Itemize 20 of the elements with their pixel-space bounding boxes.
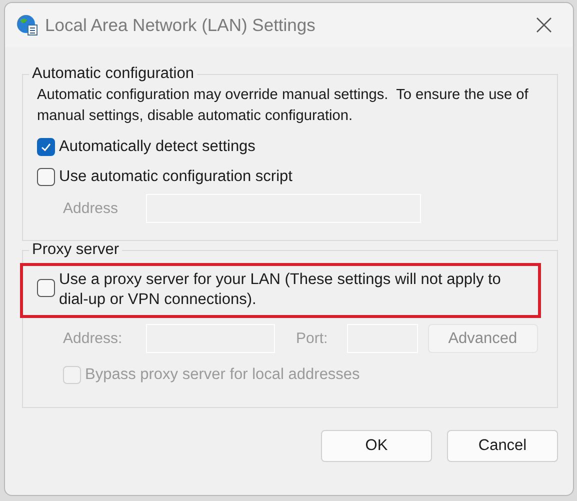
checkbox[interactable] bbox=[37, 138, 55, 156]
field-label: Address: bbox=[63, 330, 124, 347]
checkbox-label: Use a proxy server for your LAN (These settings will not apply to dial-up or VPN connections). bbox=[59, 270, 502, 310]
checkbox[interactable] bbox=[37, 279, 55, 297]
checkbox-label: Bypass proxy server for local addresses bbox=[85, 365, 360, 385]
checkbox[interactable] bbox=[37, 168, 55, 186]
window-title: Local Area Network (LAN) Settings bbox=[45, 14, 316, 36]
checkbox-label: Use automatic configuration script bbox=[59, 167, 292, 187]
checkmark-icon bbox=[40, 141, 52, 153]
dialog-button[interactable]: Cancel bbox=[447, 430, 558, 462]
globe-document-icon bbox=[16, 14, 38, 36]
checkbox-label: Automatically detect settings bbox=[59, 137, 256, 157]
dialog-button[interactable]: OK bbox=[321, 430, 432, 462]
description-text: Automatic configuration may override manual settings. To ensure the use of manual settings, disable automatic configuration. bbox=[37, 86, 530, 126]
group-title: Automatic configuration bbox=[31, 65, 195, 83]
close-icon bbox=[536, 17, 552, 33]
group-title: Proxy server bbox=[31, 241, 120, 259]
field-label: Address bbox=[63, 200, 120, 217]
field-label: Port: bbox=[296, 330, 328, 347]
advanced-button: Advanced bbox=[428, 324, 538, 353]
